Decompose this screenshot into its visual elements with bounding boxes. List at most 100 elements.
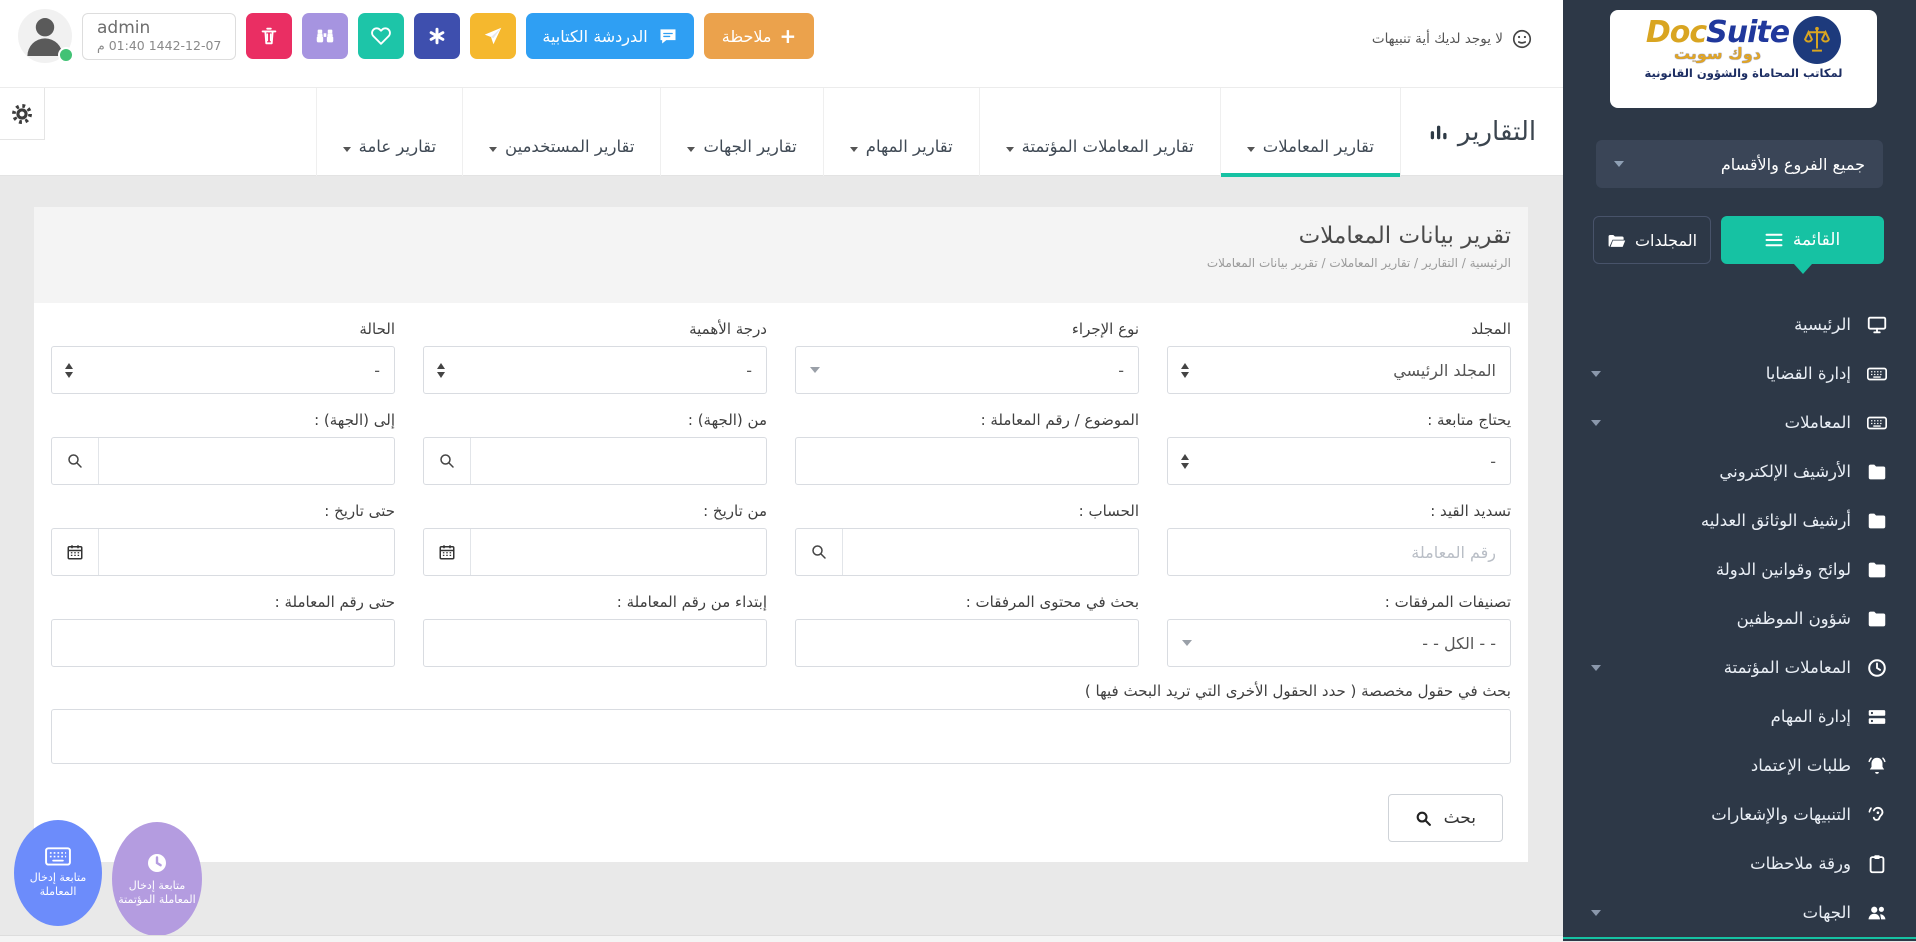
needs-followup-select[interactable]: - <box>1167 437 1511 485</box>
sidebar-item-electronic-archive[interactable]: الأرشيف الإلكتروني <box>1563 447 1916 496</box>
action-type-select-value: - <box>820 361 1138 380</box>
select-arrows-icon <box>424 363 458 378</box>
settings-button[interactable] <box>0 88 45 140</box>
page-title: التقارير <box>1400 88 1563 176</box>
account-input[interactable] <box>843 529 1138 575</box>
add-note-button[interactable]: + ملاحظة <box>704 13 814 59</box>
attachment-categories-select[interactable]: - - الكل - - <box>1167 619 1511 667</box>
field-folder: المجلد المجلد الرئيسي <box>1167 320 1511 394</box>
chat-button[interactable]: الدردشة الكتابية <box>526 13 693 59</box>
branches-dropdown[interactable]: جميع الفروع والأقسام <box>1596 140 1883 188</box>
sidebar-item-approval-requests[interactable]: طلبات الإعتماد <box>1563 741 1916 790</box>
field-status: الحالة - <box>51 320 395 394</box>
to-entity-input[interactable] <box>99 438 394 484</box>
sidebar-item-alerts-notifications[interactable]: التنبيهات والإشعارات <box>1563 790 1916 839</box>
search-icon-button[interactable] <box>796 529 843 575</box>
sidebar-item-state-laws[interactable]: لوائح وقوانين الدولة <box>1563 545 1916 594</box>
binoculars-button[interactable] <box>302 13 348 59</box>
chevron-down-icon <box>810 367 820 373</box>
search-icon-button[interactable] <box>424 438 471 484</box>
tab-tasks-reports[interactable]: تقارير المهام <box>823 88 979 176</box>
tab-automated-transactions-reports[interactable]: تقارير المعاملات المؤتمتة <box>979 88 1220 176</box>
follow-entry-label: متابعة إدخال المعاملة <box>14 871 102 900</box>
chevron-down-icon <box>1006 147 1014 152</box>
chevron-down-icon <box>687 147 695 152</box>
sidebar-item-employee-affairs[interactable]: شؤون الموظفين <box>1563 594 1916 643</box>
search-icon <box>810 543 828 561</box>
tab-users-reports[interactable]: تقارير المستخدمين <box>462 88 660 176</box>
sidebar-item-transactions[interactable]: المعاملات <box>1563 398 1916 447</box>
sidebar-item-automated-transactions[interactable]: المعاملات المؤتمتة <box>1563 643 1916 692</box>
sidebar-item-home[interactable]: الرئيسية <box>1563 300 1916 349</box>
follow-entry-button[interactable]: متابعة إدخال المعاملة <box>14 820 102 926</box>
follow-auto-entry-button[interactable]: متابعة إدخال المعاملة المؤتمتة <box>112 822 202 936</box>
keyboard-icon <box>1866 363 1888 385</box>
sidebar-item-entities[interactable]: الجهات <box>1563 888 1916 937</box>
from-entity-group <box>423 437 767 485</box>
sidebar-menu: الرئيسية إدارة القضايا المعاملات الأرشيف… <box>1563 300 1916 937</box>
user-info-box[interactable]: admin 1442-12-07 01:40 م <box>82 13 236 60</box>
folder-select-value: المجلد الرئيسي <box>1202 361 1510 380</box>
tab-label: تقارير عامة <box>359 137 436 156</box>
folder-icon <box>1866 510 1888 532</box>
search-button-label: بحث <box>1444 808 1476 828</box>
from-entity-input[interactable] <box>471 438 766 484</box>
sidebar-item-task-management[interactable]: إدارة المهام <box>1563 692 1916 741</box>
to-number-input[interactable] <box>52 620 394 666</box>
field-needs-followup: يحتاج متابعة : - <box>1167 411 1511 485</box>
tab-label: تقارير المستخدمين <box>505 137 634 156</box>
folder-select[interactable]: المجلد الرئيسي <box>1167 346 1511 394</box>
calendar-icon-button[interactable] <box>424 529 471 575</box>
entry-payment-input[interactable] <box>1168 529 1510 575</box>
asterisk-icon <box>426 25 448 47</box>
sidebar-item-notes-sheet[interactable]: ورقة ملاحظات <box>1563 839 1916 888</box>
heart-icon <box>370 25 392 47</box>
tab-general-reports[interactable]: تقارير عامة <box>316 88 462 176</box>
from-date-input[interactable] <box>471 529 766 575</box>
modules-button[interactable] <box>414 13 460 59</box>
importance-select[interactable]: - <box>423 346 767 394</box>
tab-transactions-reports[interactable]: تقارير المعاملات <box>1220 88 1400 176</box>
folders-toggle-button[interactable]: المجلدات <box>1593 216 1711 264</box>
menu-button-label: القائمة <box>1793 230 1840 250</box>
field-attachment-categories: تصنيفات المرفقات : - - الكل - - <box>1167 593 1511 667</box>
sidebar-item-case-management[interactable]: إدارة القضايا <box>1563 349 1916 398</box>
trash-button[interactable] <box>246 13 292 59</box>
action-type-select[interactable]: - <box>795 346 1139 394</box>
field-subject: الموضوع / رقم المعاملة : <box>795 411 1139 485</box>
favorites-button[interactable] <box>358 13 404 59</box>
custom-search-textarea[interactable] <box>51 709 1511 764</box>
search-button[interactable]: بحث <box>1388 794 1503 842</box>
tab-entities-reports[interactable]: تقارير الجهات <box>660 88 822 176</box>
status-select[interactable]: - <box>51 346 395 394</box>
sidebar: DocSuite دوك سويت لمكاتب المحاماة والشؤو… <box>1563 0 1916 941</box>
from-date-group <box>423 528 767 576</box>
subject-input[interactable] <box>796 438 1138 484</box>
ear-icon <box>1866 804 1888 826</box>
field-to-entity: إلى (الجهة) : <box>51 411 395 485</box>
search-icon-button[interactable] <box>52 438 99 484</box>
sidebar-item-label: إدارة المهام <box>1771 707 1851 726</box>
hamburger-icon <box>1765 232 1783 248</box>
app-logo[interactable]: DocSuite دوك سويت لمكاتب المحاماة والشؤو… <box>1610 10 1877 108</box>
from-number-input[interactable] <box>424 620 766 666</box>
sidebar-item-label: الرئيسية <box>1794 315 1851 334</box>
tab-label: تقارير المعاملات <box>1263 137 1374 156</box>
to-date-group <box>51 528 395 576</box>
menu-toggle-button[interactable]: القائمة <box>1721 216 1884 264</box>
folder-icon <box>1866 559 1888 581</box>
calendar-icon-button[interactable] <box>52 529 99 575</box>
attachment-content-input[interactable] <box>796 620 1138 666</box>
chevron-down-icon <box>1591 910 1601 916</box>
attachment-categories-value: - - الكل - - <box>1192 634 1510 653</box>
from-number-label: إبتداء من رقم المعاملة : <box>423 593 767 611</box>
sidebar-item-judicial-documents-archive[interactable]: أرشيف الوثائق العدليه <box>1563 496 1916 545</box>
online-status-dot <box>58 47 74 63</box>
tab-label: تقارير المعاملات المؤتمتة <box>1022 137 1194 156</box>
send-button[interactable] <box>470 13 516 59</box>
chevron-down-icon <box>1614 161 1624 167</box>
avatar[interactable] <box>18 9 72 63</box>
account-label: الحساب : <box>795 502 1139 520</box>
to-date-input[interactable] <box>99 529 394 575</box>
action-type-label: نوع الإجراء <box>795 320 1139 338</box>
